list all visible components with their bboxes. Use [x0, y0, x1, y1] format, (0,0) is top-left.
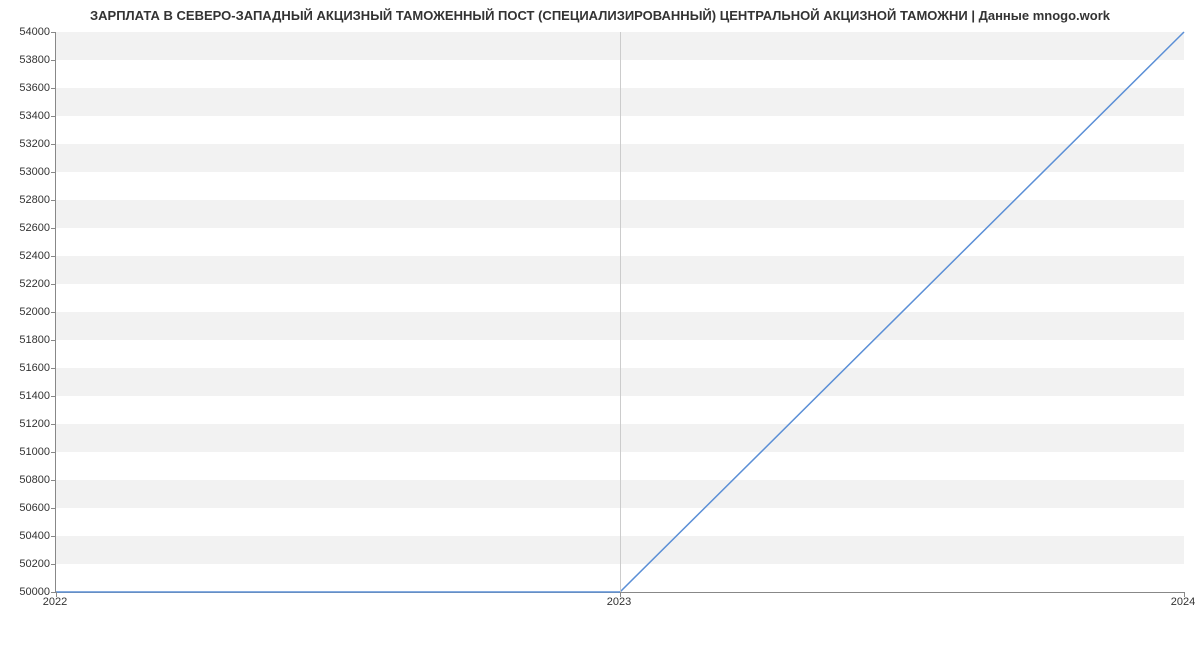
y-tick-mark	[51, 368, 56, 369]
y-tick-mark	[51, 396, 56, 397]
plot-area	[55, 32, 1184, 593]
y-tick-mark	[51, 256, 56, 257]
y-tick-label: 54000	[5, 26, 50, 38]
y-tick-label: 53200	[5, 138, 50, 150]
y-tick-mark	[51, 228, 56, 229]
y-tick-mark	[51, 172, 56, 173]
y-tick-mark	[51, 144, 56, 145]
y-tick-mark	[51, 480, 56, 481]
y-tick-label: 51600	[5, 362, 50, 374]
y-tick-label: 51000	[5, 446, 50, 458]
y-tick-mark	[51, 424, 56, 425]
x-tick-label: 2023	[607, 596, 631, 608]
y-tick-label: 53800	[5, 54, 50, 66]
y-tick-label: 53400	[5, 110, 50, 122]
y-tick-label: 51200	[5, 418, 50, 430]
y-tick-label: 51400	[5, 390, 50, 402]
y-tick-label: 52400	[5, 250, 50, 262]
y-tick-label: 52000	[5, 306, 50, 318]
y-tick-mark	[51, 536, 56, 537]
y-tick-label: 50200	[5, 558, 50, 570]
y-tick-label: 52800	[5, 194, 50, 206]
y-tick-label: 50800	[5, 474, 50, 486]
y-tick-mark	[51, 340, 56, 341]
x-tick-label: 2024	[1171, 596, 1195, 608]
y-tick-label: 53600	[5, 82, 50, 94]
y-tick-mark	[51, 60, 56, 61]
y-tick-mark	[51, 508, 56, 509]
y-tick-label: 53000	[5, 166, 50, 178]
y-tick-label: 52600	[5, 222, 50, 234]
x-gridline	[620, 32, 621, 592]
y-tick-mark	[51, 284, 56, 285]
y-tick-mark	[51, 564, 56, 565]
y-tick-mark	[51, 32, 56, 33]
y-tick-mark	[51, 312, 56, 313]
chart-container: ЗАРПЛАТА В СЕВЕРО-ЗАПАДНЫЙ АКЦИЗНЫЙ ТАМО…	[0, 0, 1200, 650]
y-tick-mark	[51, 116, 56, 117]
y-tick-mark	[51, 452, 56, 453]
x-tick-label: 2022	[43, 596, 67, 608]
y-tick-mark	[51, 200, 56, 201]
y-tick-label: 51800	[5, 334, 50, 346]
chart-title: ЗАРПЛАТА В СЕВЕРО-ЗАПАДНЫЙ АКЦИЗНЫЙ ТАМО…	[0, 0, 1200, 27]
y-tick-label: 50400	[5, 530, 50, 542]
y-tick-label: 52200	[5, 278, 50, 290]
y-tick-mark	[51, 88, 56, 89]
y-tick-label: 50600	[5, 502, 50, 514]
